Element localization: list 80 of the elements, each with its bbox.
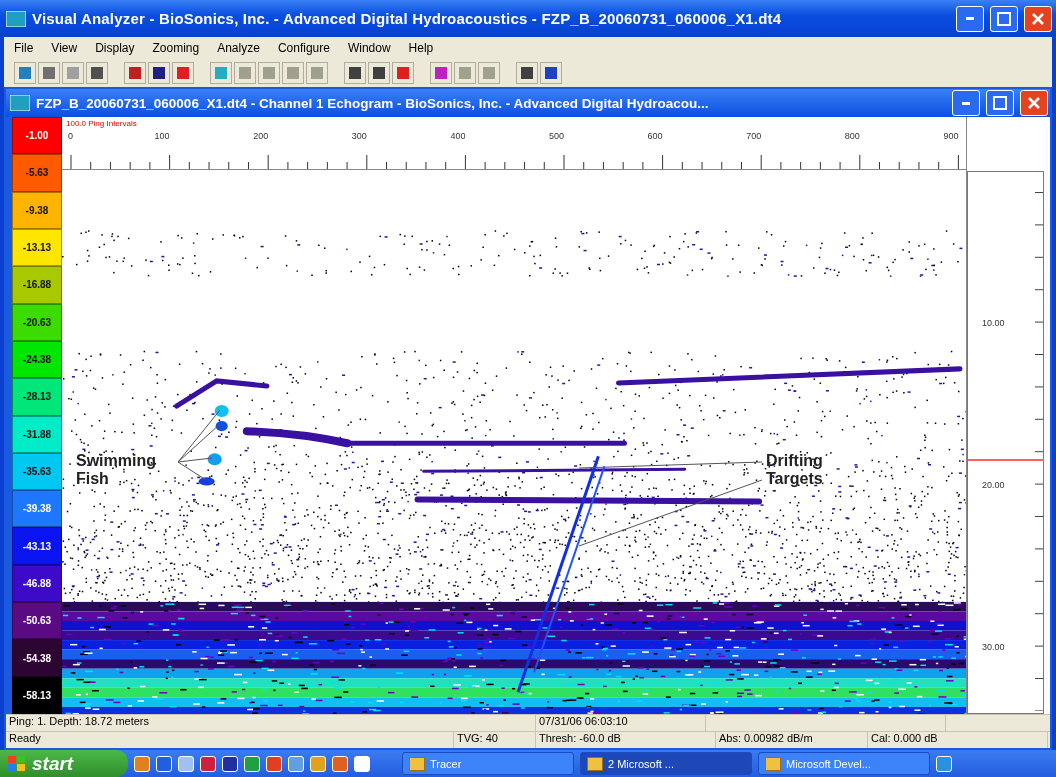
ruler-label: 100: [154, 131, 170, 141]
window-icon: [409, 756, 425, 771]
status-text: Thresh: -60.0 dB: [536, 732, 716, 748]
windows-logo-icon: [8, 755, 26, 772]
ruler-label: 800: [844, 131, 860, 141]
toolbar-button[interactable]: [368, 62, 390, 84]
toolbar-button[interactable]: [540, 62, 562, 84]
depth-label: 30.00: [982, 642, 1005, 652]
color-scale-bin: -54.38: [12, 639, 62, 677]
close-button[interactable]: [1020, 90, 1048, 116]
minimize-icon: [966, 17, 974, 20]
window-icon: [765, 756, 781, 771]
annotation-label: Swimming Fish: [76, 451, 157, 488]
quick-launch-icon[interactable]: [222, 755, 238, 772]
minimize-button[interactable]: [956, 5, 984, 32]
color-scale-bin: -20.63: [12, 303, 62, 341]
taskbar-button[interactable]: Microsoft Devel...: [758, 752, 930, 775]
status-text: Cal: 0.000 dB: [868, 732, 1048, 748]
menu-item[interactable]: File: [14, 41, 34, 55]
maximize-icon: [993, 96, 1007, 110]
quick-launch-icon[interactable]: [156, 755, 172, 772]
child-window-title: FZP_B_20060731_060006_X1.dt4 - Channel 1 Echogram - BioSonics, Inc. - Advanced Digital Hydroacou...: [36, 95, 710, 111]
status-text: Ping: 1. Depth: 18.72 meters: [6, 715, 536, 731]
color-scale-bin: -35.63: [12, 452, 62, 491]
ruler-caption: 100.0 Ping Intervals: [66, 119, 137, 128]
status-text: 07/31/06 06:03:10: [536, 715, 706, 731]
menu-item[interactable]: Configure: [277, 41, 330, 55]
depth-label: 10.00: [982, 318, 1005, 328]
close-button[interactable]: [1024, 5, 1052, 32]
menu-item[interactable]: Zooming: [152, 41, 200, 55]
toolbar-button[interactable]: [148, 62, 170, 84]
tray-icon[interactable]: [936, 755, 952, 772]
color-scale-bin: -1.00: [12, 117, 62, 155]
maximize-icon: [997, 11, 1011, 26]
taskbar-button[interactable]: 2 Microsoft ...: [580, 752, 752, 775]
quick-launch-icon[interactable]: [200, 755, 216, 772]
color-scale-bin: -16.88: [12, 266, 62, 304]
minimize-icon: [962, 101, 970, 105]
ruler-label: 200: [253, 131, 269, 141]
ruler-label: 0: [68, 131, 73, 141]
menu-item[interactable]: Analyze: [217, 41, 260, 55]
toolbar-button[interactable]: [344, 62, 366, 84]
ruler-label: 900: [943, 131, 959, 141]
menu-item[interactable]: Help: [408, 41, 434, 55]
toolbar-button[interactable]: [124, 62, 146, 84]
color-scale-bin: -58.13: [12, 676, 62, 714]
ruler-label: 400: [450, 131, 466, 141]
toolbar-button[interactable]: [86, 62, 108, 84]
color-scale-bin: -31.88: [12, 415, 62, 453]
status-text: Abs: 0.00982 dB/m: [716, 732, 868, 748]
color-scale-bin: -9.38: [12, 191, 62, 229]
color-scale-bin: -28.13: [12, 378, 62, 416]
ruler-label: 500: [549, 131, 565, 141]
maximize-button[interactable]: [990, 5, 1018, 32]
maximize-button[interactable]: [986, 90, 1014, 116]
color-scale-bin: -13.13: [12, 228, 62, 267]
color-scale-bin: -43.13: [12, 527, 62, 565]
menu-item[interactable]: View: [51, 41, 78, 55]
depth-label: 20.00: [982, 480, 1005, 490]
toolbar-button[interactable]: [516, 62, 538, 84]
close-icon: [1031, 11, 1045, 26]
menu-item[interactable]: Display: [95, 41, 135, 55]
status-text: Ready: [6, 732, 454, 748]
status-text: TVG: 40: [454, 732, 536, 748]
window-icon: [587, 756, 603, 771]
color-scale-bin: -5.63: [12, 154, 62, 192]
close-icon: [1027, 96, 1041, 110]
color-scale-bin: -24.38: [12, 340, 62, 379]
app-icon: [6, 10, 26, 27]
color-scale-bin: -50.63: [12, 602, 62, 640]
ruler-label: 300: [351, 131, 367, 141]
taskbar-button[interactable]: Tracer: [402, 752, 574, 775]
color-scale-bin: -46.88: [12, 564, 62, 603]
color-scale-bin: -39.38: [12, 490, 62, 528]
window-title: Visual Analyzer - BioSonics, Inc. - Advanced Digital Hydroacoustics - FZP_B_20060731_060006_X1.dt4: [32, 10, 783, 27]
minimize-button[interactable]: [952, 90, 980, 116]
ruler-label: 700: [746, 131, 762, 141]
annotation-label: Drifting Targets: [766, 451, 824, 488]
menu-item[interactable]: Window: [347, 41, 391, 55]
ruler-label: 600: [647, 131, 663, 141]
